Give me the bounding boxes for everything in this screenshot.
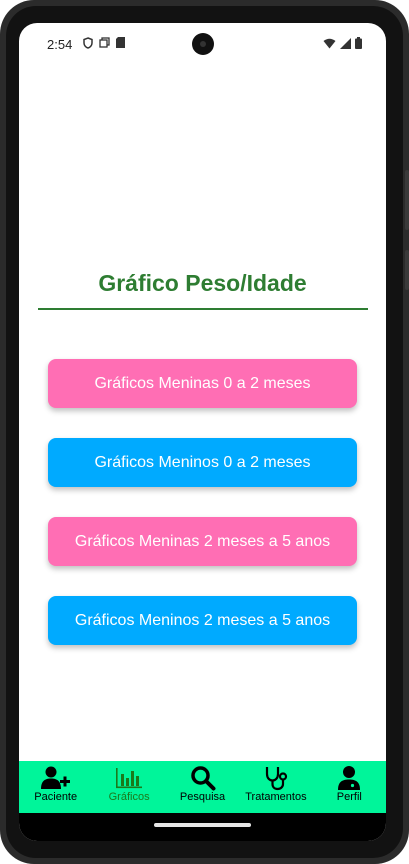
copy-icon xyxy=(99,37,110,48)
home-handle[interactable] xyxy=(154,823,251,827)
button-label: Gráficos Meninos 0 a 2 meses xyxy=(94,453,311,471)
front-camera xyxy=(192,33,214,55)
page-title: Gráfico Peso/Idade xyxy=(98,270,307,296)
status-time: 2:54 xyxy=(47,37,73,52)
power-button xyxy=(405,250,409,290)
search-icon xyxy=(190,765,216,791)
shield-icon xyxy=(83,37,93,49)
signal-icon xyxy=(340,37,351,49)
screen: 2:54 Gráfico Peso/Idade Gráficos Meninas… xyxy=(19,23,386,841)
main-content: Gráfico Peso/Idade Gráficos Meninas 0 a … xyxy=(19,65,386,760)
status-icons-left xyxy=(83,37,125,49)
status-icons-right xyxy=(323,37,362,49)
nav-label: Tratamentos xyxy=(245,791,307,803)
wifi-icon xyxy=(323,38,336,48)
status-bar: 2:54 xyxy=(19,23,386,65)
nav-item-tratamentos[interactable]: Tratamentos xyxy=(239,761,312,813)
volume-button xyxy=(405,170,409,230)
boys-0-2-months-button[interactable]: Gráficos Meninos 0 a 2 meses xyxy=(48,438,357,487)
doctor-icon xyxy=(337,765,361,791)
gesture-bar xyxy=(19,813,386,841)
girls-2-months-5-years-button[interactable]: Gráficos Meninas 2 meses a 5 anos xyxy=(48,517,357,566)
bar-chart-icon xyxy=(115,765,143,791)
nav-item-pesquisa[interactable]: Pesquisa xyxy=(166,761,239,813)
nav-label: Paciente xyxy=(34,791,78,803)
add-user-icon xyxy=(40,765,71,791)
title-underline xyxy=(38,308,368,310)
bottom-navigation: Paciente Gráficos Pesquisa Tratamentos P… xyxy=(19,761,386,813)
nav-item-paciente[interactable]: Paciente xyxy=(19,761,92,813)
button-label: Gráficos Meninas 2 meses a 5 anos xyxy=(74,532,331,550)
stethoscope-icon xyxy=(264,765,288,791)
nav-label: Perfil xyxy=(336,791,362,803)
device-frame: 2:54 Gráfico Peso/Idade Gráficos Meninas… xyxy=(0,0,409,864)
button-label: Gráficos Meninos 2 meses a 5 anos xyxy=(74,611,331,629)
nav-item-perfil[interactable]: Perfil xyxy=(313,761,386,813)
nav-label: Pesquisa xyxy=(179,791,226,803)
sim-card-icon xyxy=(116,37,125,48)
boys-2-months-5-years-button[interactable]: Gráficos Meninos 2 meses a 5 anos xyxy=(48,596,357,645)
battery-icon xyxy=(355,37,362,49)
nav-item-graficos[interactable]: Gráficos xyxy=(92,761,165,813)
girls-0-2-months-button[interactable]: Gráficos Meninas 0 a 2 meses xyxy=(48,359,357,408)
nav-label: Gráficos xyxy=(108,791,150,803)
button-label: Gráficos Meninas 0 a 2 meses xyxy=(94,374,311,392)
